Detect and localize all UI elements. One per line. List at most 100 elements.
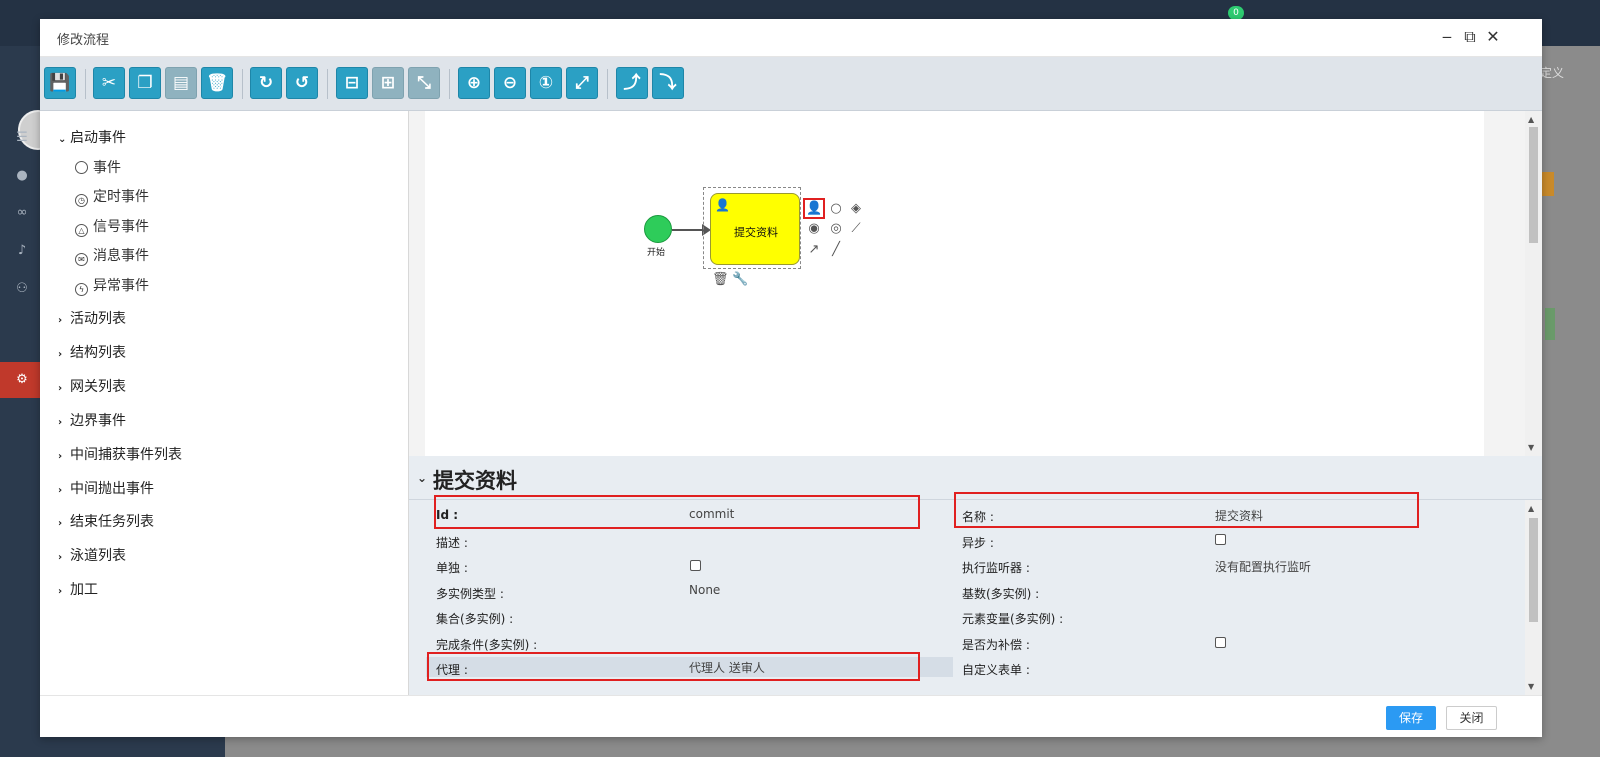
maximize-icon[interactable]: ⧉ [1460,26,1480,48]
save-button[interactable]: 保存 [1386,706,1436,730]
scroll-thumb[interactable] [1529,127,1538,243]
quick-add-intermediate-icon[interactable]: ◎ [828,221,844,237]
scroll-down-icon[interactable]: ▼ [1528,682,1534,691]
undo-button[interactable]: ↺ [286,67,318,99]
paste-button[interactable]: ▤ [165,67,197,99]
chevron-right-icon: › [58,485,63,496]
scissors-icon: ✂ [101,73,117,93]
save-icon: 💾 [49,73,71,93]
remove-bendpoint-button[interactable]: ⤵ [652,67,684,99]
modal-footer: 保存 关闭 [40,695,1542,737]
zoom-in-button[interactable]: ⊕ [458,67,490,99]
quick-add-end-event-icon[interactable]: ○ [828,201,844,217]
palette-group-label: 结构列表 [70,345,126,361]
palette-group-artifacts[interactable]: › 加工 [58,579,98,599]
exclusive-checkbox[interactable] [690,560,701,571]
prop-label-async: 异步 : [962,536,994,550]
palette-group-boundary-events[interactable]: › 边界事件 [58,410,126,430]
bg-green-button [1545,308,1555,340]
delete-shape-icon[interactable]: 🗑 [712,272,729,288]
palette-item-event[interactable]: 事件 [75,157,121,177]
remove-bendpoint-icon: ⤵ [659,73,677,93]
toolbar-divider [327,69,328,99]
diagram-canvas[interactable]: 开始 👤 提交资料 👤 ○ ◈ ◉ ◎ ⟋ ↗ ╱ 🗑 🔧 ▲ ▼ [409,111,1542,456]
prop-label-multi-instance-type: 多实例类型 : [436,587,504,601]
user-task-node[interactable]: 👤 提交资料 [710,193,800,265]
compensation-checkbox[interactable] [1215,637,1226,648]
prop-value-execution-listeners[interactable]: 没有配置执行监听 [1215,558,1311,575]
cut-button[interactable]: ✂ [93,67,125,99]
redo-button[interactable]: ↻ [250,67,282,99]
close-button[interactable]: 关闭 [1446,706,1497,730]
chevron-down-icon[interactable]: ⌄ [417,471,427,485]
canvas-area[interactable]: 开始 👤 提交资料 👤 ○ ◈ ◉ ◎ ⟋ ↗ ╱ 🗑 🔧 [425,111,1484,456]
quick-add-association-icon[interactable]: ╱ [828,242,844,258]
quick-add-annotation-icon[interactable]: ⟋ [848,221,864,237]
save-diagram-button[interactable]: 💾 [44,67,76,99]
signal-icon: △ [75,224,88,237]
same-size-button[interactable]: ⤡ [408,67,440,99]
link-icon[interactable]: ∞ [14,205,30,221]
palette-item-timer-event[interactable]: ◷ 定时事件 [75,186,149,207]
chevron-right-icon: › [58,451,63,462]
zoom-out-icon: ⊖ [502,73,518,93]
align-horizontal-button[interactable]: ⊟ [336,67,368,99]
prop-label-form: 自定义表单 : [962,663,1030,677]
scroll-down-icon[interactable]: ▼ [1528,443,1534,452]
error-icon: ϟ [75,283,88,296]
palette-group-intermediate-throw[interactable]: › 中间抛出事件 [58,478,154,498]
copy-icon: ❐ [137,73,153,93]
copy-button[interactable]: ❐ [129,67,161,99]
notification-badge[interactable]: 0 [1228,6,1244,20]
quick-add-flow-icon[interactable]: ↗ [806,242,822,258]
minimize-icon[interactable]: ‒ [1437,26,1457,48]
redo-icon: ↻ [258,73,274,93]
bg-tab-text: 定义 [1540,66,1565,80]
palette-group-activities[interactable]: › 活动列表 [58,308,126,328]
palette-item-message-event[interactable]: ✉ 消息事件 [75,245,149,266]
add-bendpoint-button[interactable]: ⤴ [616,67,648,99]
prop-label-compensation: 是否为补偿 : [962,638,1030,652]
wrench-icon[interactable]: 🔧 [732,272,748,288]
palette-item-signal-event[interactable]: △ 信号事件 [75,216,149,237]
zoom-actual-button[interactable]: ① [530,67,562,99]
zoom-out-button[interactable]: ⊖ [494,67,526,99]
chevron-right-icon: › [58,518,63,529]
palette-group-label: 加工 [70,582,98,598]
delete-button[interactable]: 🗑 [201,67,233,99]
properties-scrollbar[interactable]: ▲ ▼ [1525,500,1542,695]
palette-group-intermediate-catch[interactable]: › 中间捕获事件列表 [58,444,182,464]
palette-group-label: 中间抛出事件 [70,481,154,497]
highlight-box [803,198,825,219]
palette-group-swimlanes[interactable]: › 泳道列表 [58,545,126,565]
start-event-node[interactable] [644,215,672,243]
scroll-up-icon[interactable]: ▲ [1528,504,1534,513]
palette-group-label: 网关列表 [70,379,126,395]
palette-group-start-events[interactable]: ⌄ 启动事件 [58,127,126,147]
palette-item-label: 事件 [93,160,121,176]
quick-add-gateway-icon[interactable]: ◈ [848,201,864,217]
palette-group-label: 活动列表 [70,311,126,327]
align-vertical-button[interactable]: ⊞ [372,67,404,99]
user-icon[interactable]: ● [14,168,30,184]
canvas-scrollbar[interactable]: ▲ ▼ [1525,111,1542,456]
palette-group-label: 结束任务列表 [70,514,154,530]
palette-group-structures[interactable]: › 结构列表 [58,342,126,362]
scroll-up-icon[interactable]: ▲ [1528,115,1534,124]
quick-add-timer-icon[interactable]: ◉ [806,221,822,237]
palette-group-label: 启动事件 [70,130,126,146]
bg-orange-button [1542,172,1554,196]
zoom-fit-button[interactable]: ⤢ [566,67,598,99]
palette-group-end-events[interactable]: › 结束任务列表 [58,511,154,531]
mic-icon[interactable]: ♪ [14,243,30,259]
palette-item-error-event[interactable]: ϟ 异常事件 [75,275,149,296]
scroll-thumb[interactable] [1529,518,1538,622]
list-icon[interactable]: ☰ [14,130,30,146]
close-icon[interactable]: ✕ [1483,26,1503,48]
prop-value-multi-instance-type[interactable]: None [689,583,720,597]
sidebar-item-settings[interactable]: ⚙ [0,362,40,398]
palette-group-gateways[interactable]: › 网关列表 [58,376,126,396]
async-checkbox[interactable] [1215,534,1226,545]
chevron-down-icon: ⌄ [58,134,67,145]
group-icon[interactable]: ⚇ [14,281,30,297]
